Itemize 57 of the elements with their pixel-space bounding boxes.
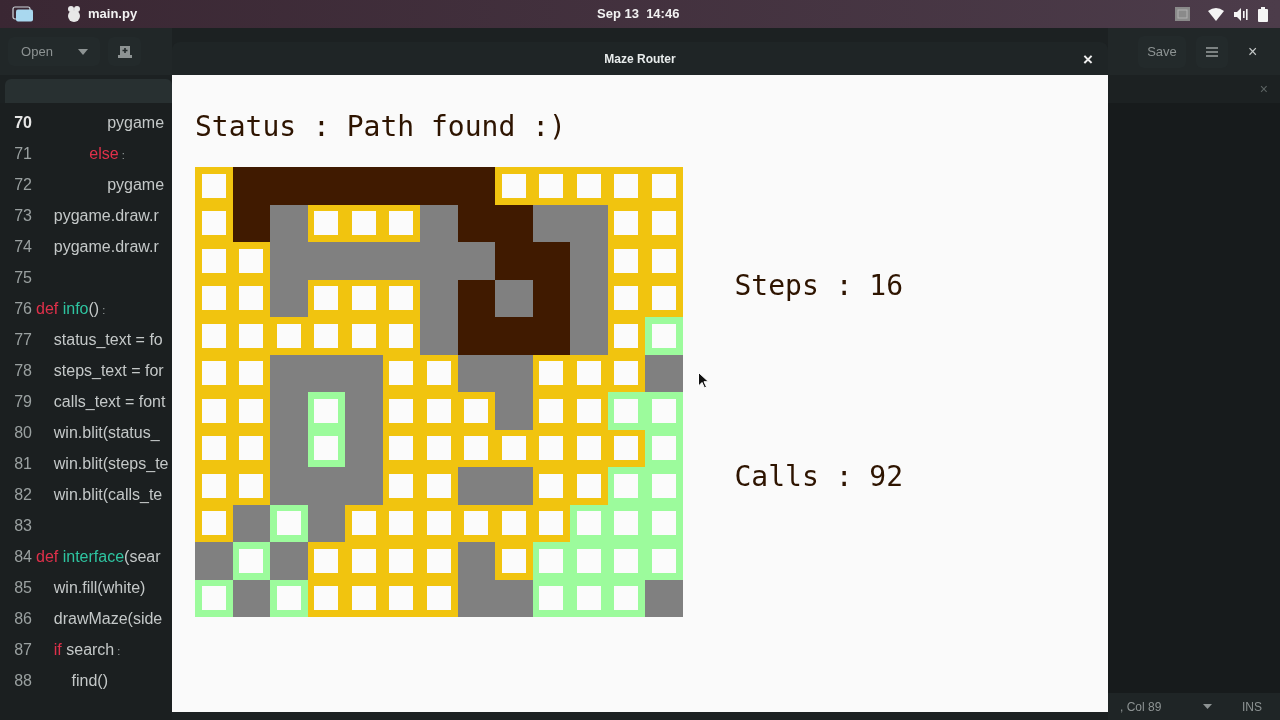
cursor-position: , Col 89 <box>1120 698 1162 716</box>
bug-icon <box>66 5 82 23</box>
close-button[interactable]: × <box>1078 49 1098 69</box>
mouse-pointer-icon <box>698 372 709 389</box>
code-line: find() <box>70 670 108 691</box>
steps-text: Steps : 16 <box>734 268 904 304</box>
code-line: calls_text = font <box>52 391 166 412</box>
line-number: 70 <box>13 112 32 133</box>
line-number: 72 <box>13 174 32 195</box>
line-number: 82 <box>13 484 32 505</box>
code-line: pygame.draw.r <box>52 205 159 226</box>
status-text: Status : Path found :) <box>195 109 567 145</box>
code-line: win.fill(white) <box>52 577 146 598</box>
code-line: if search : <box>52 639 121 660</box>
code-line: pygame <box>106 174 165 195</box>
code-line: win.blit(status_ <box>52 422 160 443</box>
menu-icon <box>1206 46 1218 57</box>
insert-mode[interactable]: INS <box>1242 697 1262 716</box>
calls-text: Calls : 92 <box>734 459 904 495</box>
battery-icon[interactable] <box>1258 6 1268 22</box>
code-line: win.blit(steps_te <box>52 453 169 474</box>
code-line: pygame.draw.r <box>52 236 159 257</box>
line-number: 83 <box>13 515 32 536</box>
window-close-button[interactable]: × <box>1248 39 1258 64</box>
code-line: drawMaze(side <box>52 608 163 629</box>
line-number: 74 <box>13 236 32 257</box>
tab-close-button[interactable]: × <box>1259 78 1268 100</box>
windows-icon[interactable] <box>12 6 34 22</box>
new-document-icon <box>117 45 132 58</box>
line-number: 78 <box>13 360 32 381</box>
code-line: steps_text = for <box>52 360 164 381</box>
line-number: 80 <box>13 422 32 443</box>
line-number: 86 <box>13 608 32 629</box>
volume-icon[interactable] <box>1234 7 1248 21</box>
window-title: Maze Router <box>604 50 676 68</box>
line-number: 84 <box>13 546 32 567</box>
line-number: 77 <box>13 329 32 350</box>
clock[interactable]: Sep 13 14:46 <box>597 4 680 24</box>
wifi-icon[interactable] <box>1208 7 1224 21</box>
line-number: 87 <box>13 639 32 660</box>
line-number: 88 <box>13 670 32 691</box>
line-number: 85 <box>13 577 32 598</box>
line-number: 73 <box>13 205 32 226</box>
app-title: main.py <box>88 5 138 24</box>
line-number: 79 <box>13 391 32 412</box>
line-number: 81 <box>13 453 32 474</box>
code-line: else : <box>88 143 125 164</box>
caret-icon <box>78 48 88 55</box>
code-line: def interface(sear <box>36 546 161 567</box>
code-line: pygame <box>106 112 165 133</box>
code-line: def info() : <box>36 298 106 319</box>
line-number: 71 <box>13 143 32 164</box>
code-line: status_text = fo <box>52 329 163 350</box>
code-line: win.blit(calls_te <box>52 484 163 505</box>
line-number: 76 <box>13 298 32 319</box>
line-number: 75 <box>13 267 32 288</box>
caret-icon[interactable] <box>1203 704 1213 709</box>
